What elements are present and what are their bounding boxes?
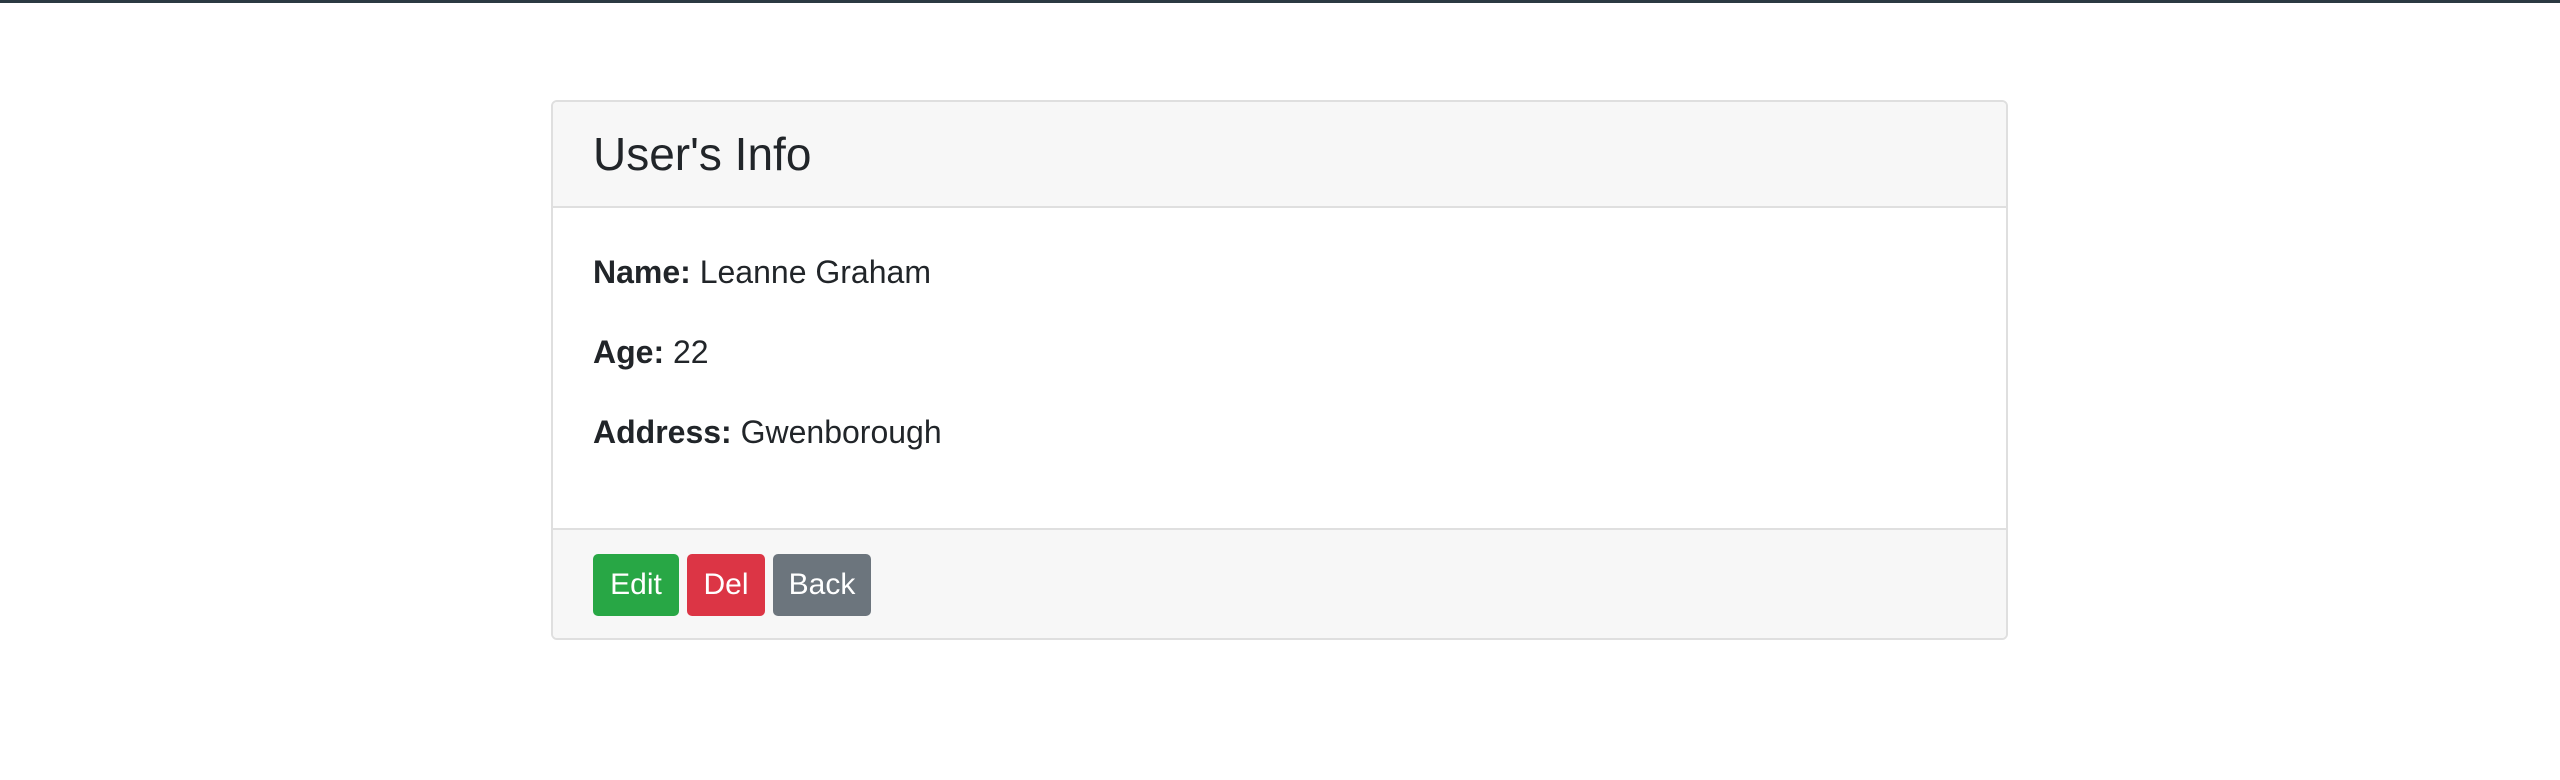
address-label: Address: bbox=[593, 414, 732, 450]
edit-button[interactable]: Edit bbox=[593, 554, 679, 616]
name-value: Leanne Graham bbox=[699, 254, 931, 290]
card-body: Name: Leanne Graham Age: 22 Address: Gwe… bbox=[553, 208, 2006, 530]
address-value: Gwenborough bbox=[740, 414, 942, 450]
age-value: 22 bbox=[673, 334, 709, 370]
age-row: Age: 22 bbox=[593, 336, 1966, 368]
delete-button[interactable]: Del bbox=[687, 554, 765, 616]
name-label: Name: bbox=[593, 254, 691, 290]
card-title: User's Info bbox=[593, 128, 812, 180]
back-button[interactable]: Back bbox=[773, 554, 871, 616]
card-header: User's Info bbox=[553, 102, 2006, 208]
age-label: Age: bbox=[593, 334, 665, 370]
address-row: Address: Gwenborough bbox=[593, 416, 1966, 448]
card-footer: Edit Del Back bbox=[553, 528, 2006, 638]
name-row: Name: Leanne Graham bbox=[593, 256, 1966, 288]
user-info-card: User's Info Name: Leanne Graham Age: 22 … bbox=[551, 100, 2008, 640]
top-bar bbox=[0, 0, 2560, 3]
